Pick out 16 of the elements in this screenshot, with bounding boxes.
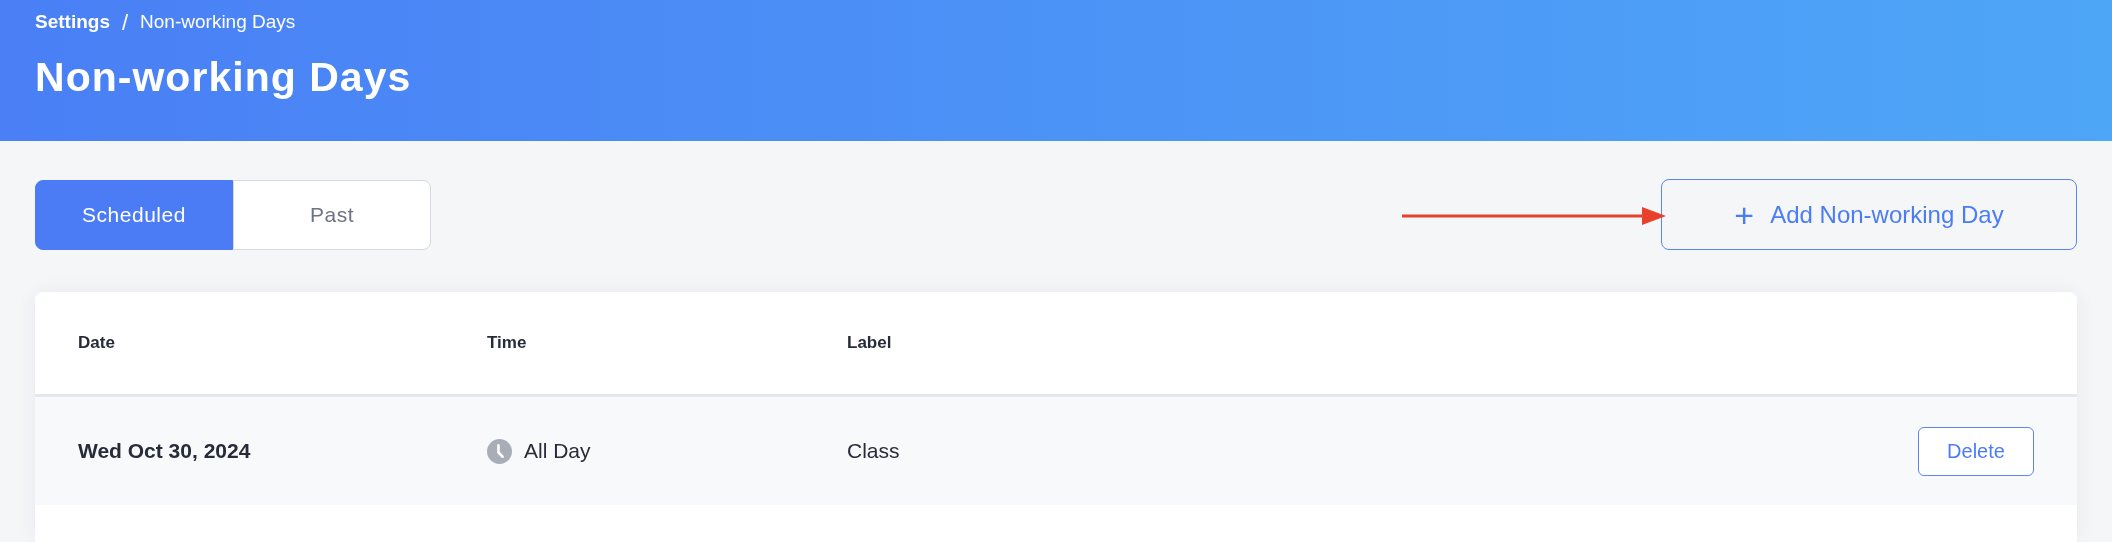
- plus-icon: +: [1734, 197, 1755, 232]
- segment-tab[interactable]: Scheduled: [35, 179, 233, 250]
- breadcrumb-current: Non-working Days: [140, 10, 296, 35]
- breadcrumb-link[interactable]: Settings: [35, 8, 110, 37]
- breadcrumb-separator: /: [121, 9, 129, 37]
- delete-button[interactable]: Delete: [1918, 426, 2034, 476]
- page-title: Non-working Days: [35, 53, 413, 102]
- column-header: Label: [847, 332, 892, 355]
- column-header: Time: [487, 332, 528, 355]
- date-cell-text: Wed Oct 30, 2024: [78, 438, 252, 465]
- segment-tab[interactable]: Past: [233, 179, 431, 250]
- clock-icon: [487, 438, 512, 464]
- column-header: Date: [78, 332, 116, 355]
- time-cell-text: All Day: [524, 438, 591, 465]
- add-button[interactable]: + Add Non-working Day: [1661, 179, 2077, 250]
- label-cell-text: Class: [847, 438, 901, 465]
